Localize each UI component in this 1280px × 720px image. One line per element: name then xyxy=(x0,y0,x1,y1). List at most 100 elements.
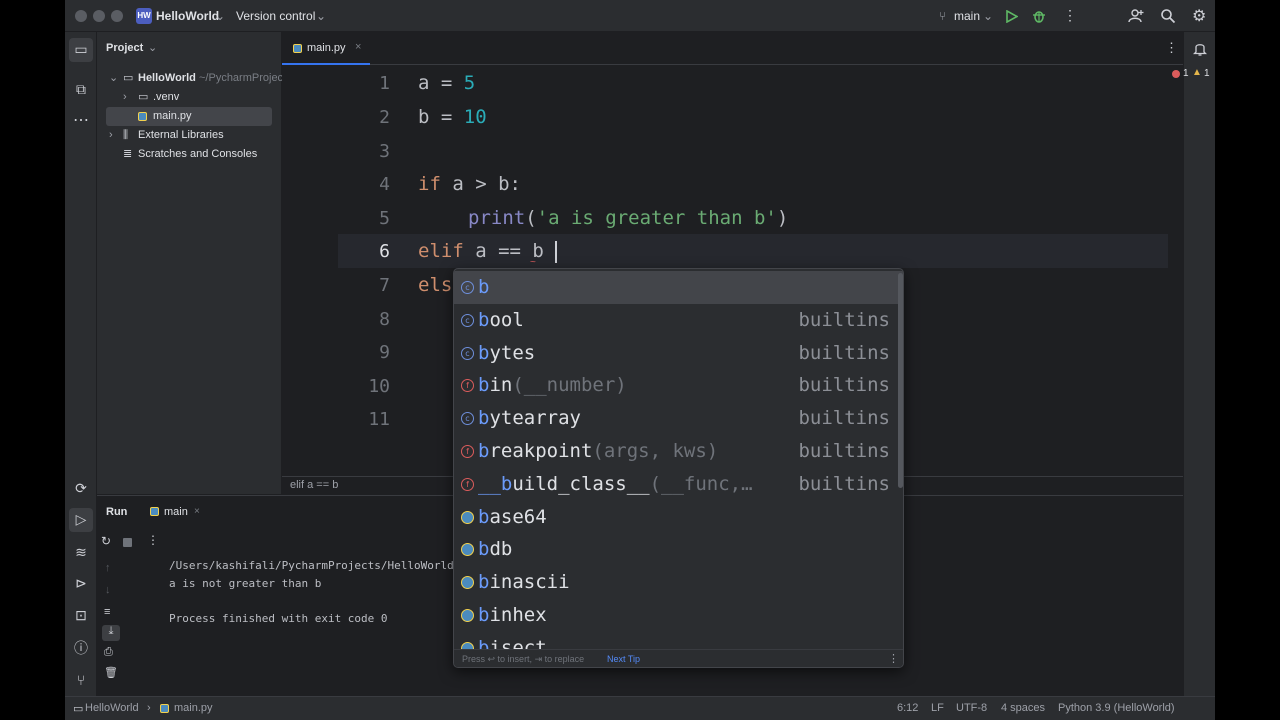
tree-item-external-libraries[interactable]: › ⫼ External Libraries xyxy=(97,126,282,145)
close-tab-icon[interactable]: × xyxy=(194,506,200,517)
code-line-2: b = 10 xyxy=(418,106,487,128)
debug-icon[interactable] xyxy=(1032,9,1046,23)
close-tab-icon[interactable]: × xyxy=(355,41,361,53)
more-tools-icon[interactable]: ⋯ xyxy=(70,110,92,132)
status-breadcrumb-project[interactable]: HelloWorld xyxy=(85,702,139,714)
run-icon[interactable] xyxy=(1006,10,1018,23)
line-number: 8 xyxy=(379,309,390,330)
completion-item[interactable]: c bytes builtins xyxy=(454,337,903,370)
run-config-selector[interactable]: main xyxy=(954,9,980,23)
completion-item-name: bdb xyxy=(478,538,513,561)
minimize-window-icon[interactable] xyxy=(93,10,105,22)
soft-wrap-icon[interactable]: ≡ xyxy=(104,606,110,618)
project-switcher[interactable]: HelloWorld xyxy=(156,9,219,23)
line-separator[interactable]: LF xyxy=(931,702,944,714)
completion-scrollbar[interactable] xyxy=(898,273,903,488)
close-window-icon[interactable] xyxy=(75,10,87,22)
line-number: 1 xyxy=(379,73,390,94)
structure-icon[interactable]: ⧉ xyxy=(70,78,92,100)
error-count[interactable]: 1 xyxy=(1183,68,1189,79)
scroll-up-icon[interactable]: ↑ xyxy=(105,562,111,574)
project-folder-icon[interactable]: ▭ xyxy=(69,38,93,62)
scratches-icon: ≣ xyxy=(123,148,133,160)
status-bar: ▭ HelloWorld › main.py 6:12 LF UTF-8 4 s… xyxy=(65,696,1215,720)
project-panel-title[interactable]: Project xyxy=(106,42,143,54)
search-icon[interactable] xyxy=(1160,8,1176,24)
settings-gear-icon[interactable]: ⚙ xyxy=(1192,6,1206,26)
completion-item-name: binascii xyxy=(478,571,570,594)
tree-item-label: Scratches and Consoles xyxy=(138,148,258,160)
status-breadcrumb-file[interactable]: main.py xyxy=(174,702,213,714)
add-user-icon[interactable] xyxy=(1128,8,1144,24)
git-icon[interactable]: ⑂ xyxy=(70,669,92,691)
chevron-right-icon[interactable]: › xyxy=(123,88,127,107)
completion-item-source: builtins xyxy=(798,407,890,430)
python-file-icon xyxy=(293,44,302,53)
line-number: 7 xyxy=(379,275,390,296)
caret-position[interactable]: 6:12 xyxy=(897,702,918,714)
tree-item-label: main.py xyxy=(153,110,192,122)
completion-options-icon[interactable]: ⋮ xyxy=(888,650,899,667)
problems-icon[interactable]: ⓘ xyxy=(70,637,92,659)
tree-item-main-py[interactable]: main.py xyxy=(106,107,272,126)
error-icon[interactable] xyxy=(1172,70,1180,78)
version-control-menu[interactable]: Version control xyxy=(236,9,315,23)
chevron-right-icon[interactable]: › xyxy=(109,126,113,145)
folder-icon: ▭ xyxy=(138,91,149,103)
completion-item[interactable]: c bool builtins xyxy=(454,304,903,337)
services-icon[interactable]: ⊳ xyxy=(70,572,92,594)
completion-item[interactable]: binascii xyxy=(454,566,903,599)
tree-item-root[interactable]: ⌄ ▭ HelloWorld ~/PycharmProjects/HelloWo… xyxy=(97,69,282,88)
next-tip-link[interactable]: Next Tip xyxy=(607,650,640,667)
code-line-5: print('a is greater than b') xyxy=(468,207,789,229)
completion-item[interactable]: binhex xyxy=(454,599,903,632)
chevron-down-icon[interactable]: ⌄ xyxy=(983,9,993,23)
python-packages-icon[interactable]: ⟳ xyxy=(70,477,92,499)
console-line: /Users/kashifali/PycharmProjects/HelloWo… xyxy=(169,559,489,572)
file-encoding[interactable]: UTF-8 xyxy=(956,702,987,714)
scroll-down-icon[interactable]: ↓ xyxy=(105,584,111,596)
layers-icon[interactable]: ≋ xyxy=(70,541,92,563)
tab-main-py[interactable]: main.py × xyxy=(282,32,370,65)
completion-item[interactable]: f bin(__number) builtins xyxy=(454,369,903,402)
chevron-down-icon[interactable]: ⌄ xyxy=(109,69,118,88)
trash-icon[interactable]: 🗑 xyxy=(104,666,118,679)
tab-options-icon[interactable]: ⋮ xyxy=(1165,40,1178,56)
module-icon xyxy=(461,510,474,524)
completion-item[interactable]: f breakpoint(args, kws) builtins xyxy=(454,435,903,468)
tree-item-venv[interactable]: › ▭ .venv xyxy=(97,88,282,107)
console-line: a is not greater than b xyxy=(169,577,322,590)
module-icon xyxy=(461,609,474,622)
scroll-to-end-icon[interactable]: ⤓ xyxy=(102,625,120,641)
function-icon: f xyxy=(461,379,474,393)
chevron-down-icon[interactable]: ⌄ xyxy=(316,9,326,23)
completion-item[interactable]: base64 xyxy=(454,501,903,534)
print-icon[interactable]: ⎙ xyxy=(104,646,113,659)
chevron-down-icon[interactable]: ⌄ xyxy=(148,41,157,54)
module-icon xyxy=(461,576,474,590)
completion-item[interactable]: bdb xyxy=(454,533,903,566)
warning-icon[interactable]: ▲ xyxy=(1192,67,1202,78)
run-tool-icon[interactable]: ▷ xyxy=(69,508,93,532)
tree-item-scratches[interactable]: ≣ Scratches and Consoles xyxy=(97,145,282,164)
completion-item[interactable]: cb xyxy=(454,271,903,304)
completion-item[interactable]: f __build_class__(__func,… builtins xyxy=(454,468,903,501)
rerun-icon[interactable]: ↻ xyxy=(101,534,111,548)
chevron-down-icon[interactable]: ⌄ xyxy=(215,9,225,23)
breadcrumb[interactable]: elif a == b xyxy=(290,479,338,491)
completion-item[interactable]: c bytearray builtins xyxy=(454,402,903,435)
more-actions-icon[interactable]: ⋮ xyxy=(147,533,159,547)
notifications-bell-icon[interactable] xyxy=(1193,41,1207,56)
tab-run-main[interactable]: main × xyxy=(147,503,217,521)
stop-icon[interactable] xyxy=(123,538,132,547)
zoom-window-icon[interactable] xyxy=(111,10,123,22)
project-badge[interactable]: HW xyxy=(136,8,152,24)
more-actions-icon[interactable]: ⋮ xyxy=(1063,7,1077,24)
terminal-icon[interactable]: ⊡ xyxy=(70,604,92,626)
completion-item-name: binhex xyxy=(478,604,547,626)
indent-setting[interactable]: 4 spaces xyxy=(1001,702,1045,714)
run-panel-title[interactable]: Run xyxy=(106,506,127,518)
warning-count[interactable]: 1 xyxy=(1204,68,1210,79)
line-number: 9 xyxy=(379,342,390,363)
python-interpreter[interactable]: Python 3.9 (HelloWorld) xyxy=(1058,702,1175,714)
